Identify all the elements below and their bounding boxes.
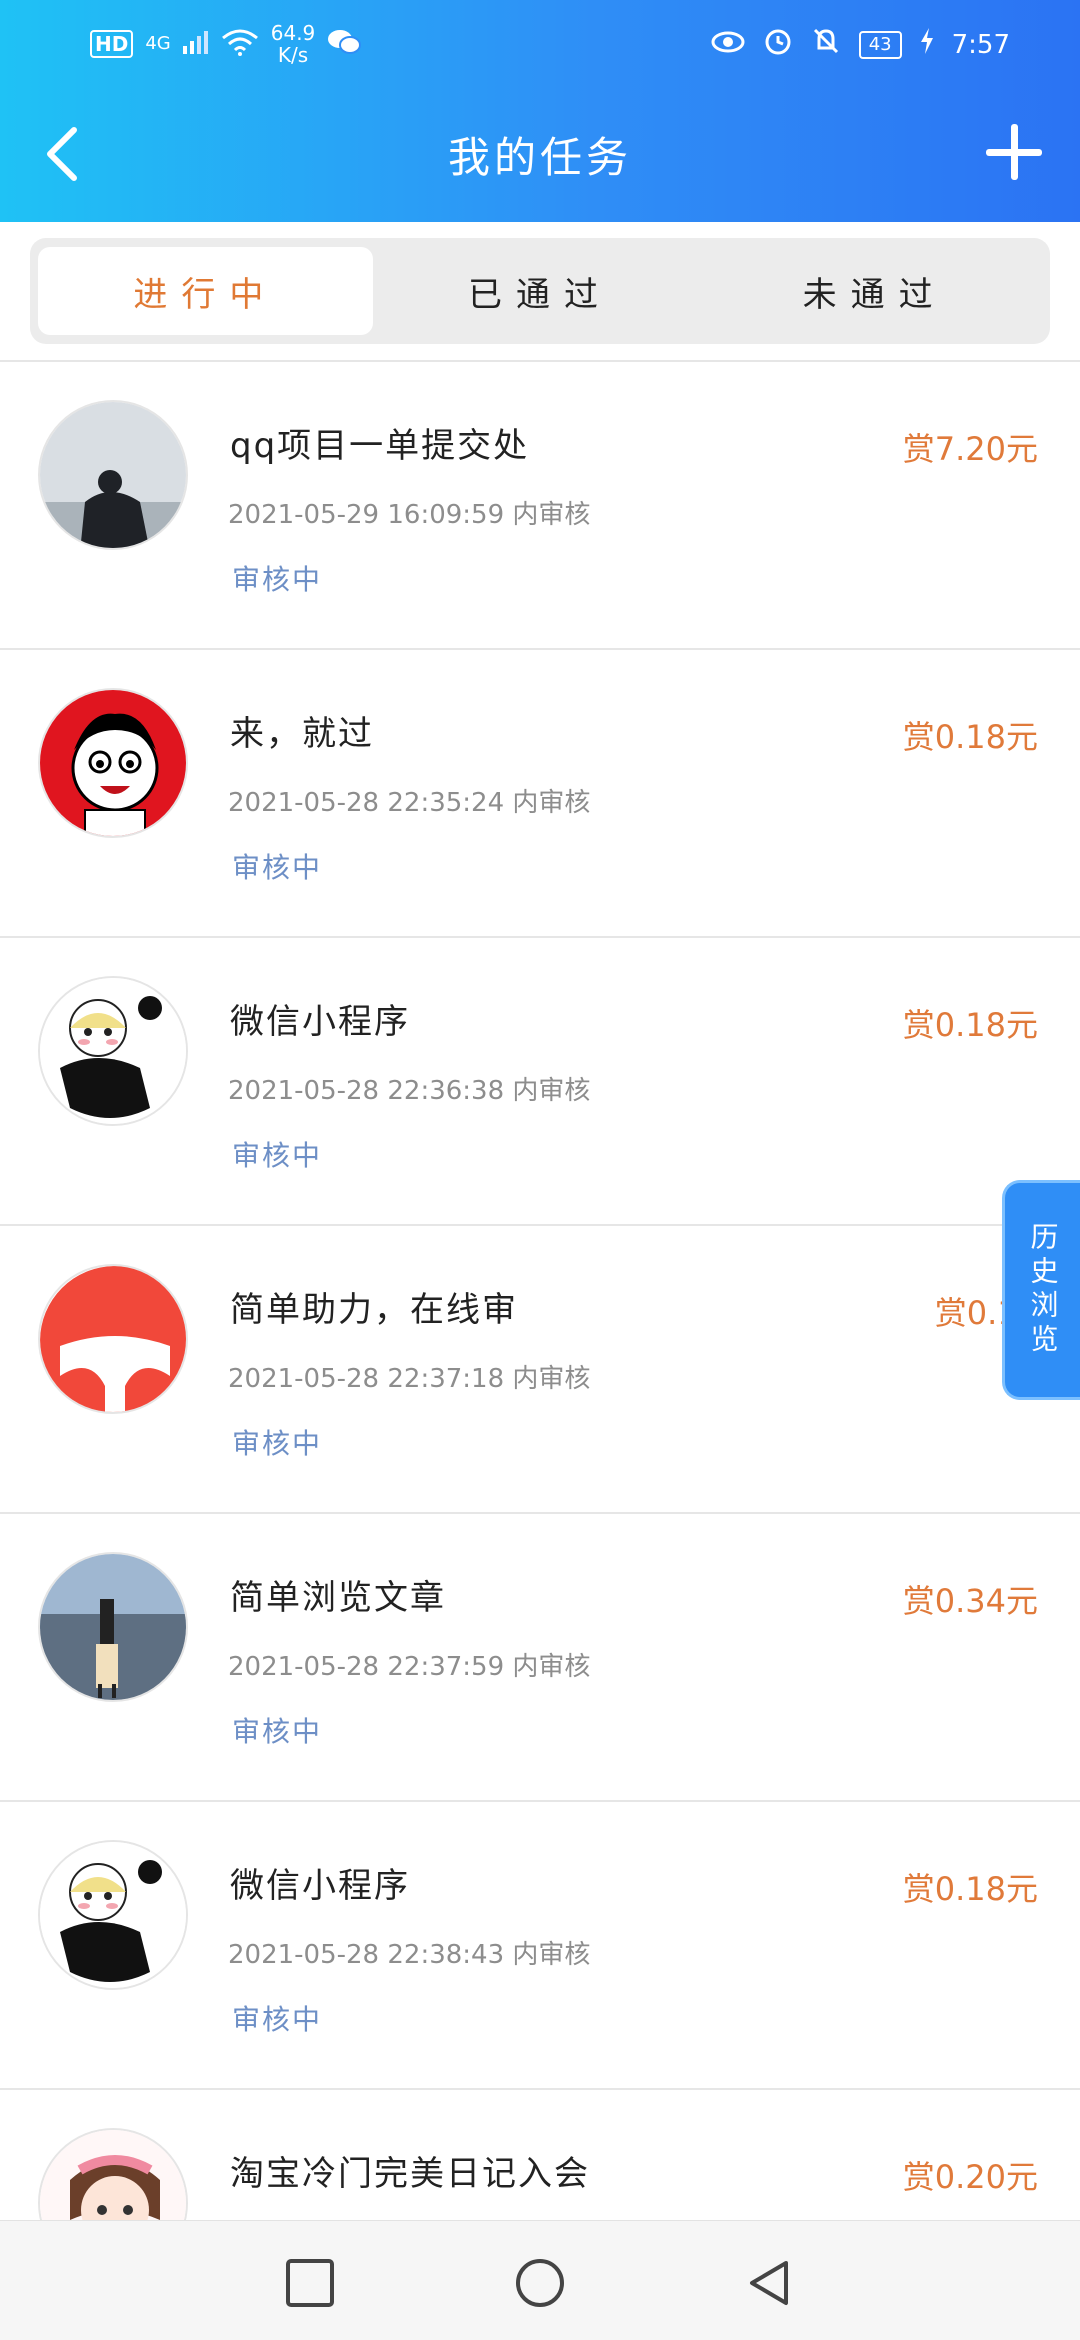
task-status: 审核中 [232,563,323,596]
task-status: 审核中 [232,851,323,884]
task-item[interactable]: 微信小程序 2021-05-28 22:38:43 内审核 审核中 赏0.18元 [0,1800,1080,2088]
task-reward: 赏7.20元 [902,430,1038,468]
page-title: 我的任务 [447,133,632,182]
tab-approved[interactable]: 已通过 [373,247,708,335]
task-title: 简单助力，在线审 [230,1290,518,1330]
status-right: 43 7:57 [711,26,1010,63]
task-reward: 赏0.18元 [902,1870,1038,1908]
task-title: 简单浏览文章 [230,1578,446,1618]
clock-time: 7:57 [951,29,1010,60]
avatar [38,1840,188,1990]
task-meta: 2021-05-28 22:37:59 内审核 [228,1652,591,1682]
hd-badge: HD [90,30,134,58]
task-reward: 赏0.34元 [902,1582,1038,1620]
task-item[interactable]: 简单助力，在线审 2021-05-28 22:37:18 内审核 审核中 赏0.… [0,1224,1080,1512]
task-item[interactable]: 微信小程序 2021-05-28 22:36:38 内审核 审核中 赏0.18元 [0,936,1080,1224]
task-meta: 2021-05-29 16:09:59 内审核 [228,500,591,530]
task-meta: 2021-05-28 22:38:43 内审核 [228,1940,591,1970]
history-browse-button[interactable]: 历史浏览 [1002,1180,1080,1400]
home-button[interactable] [512,2255,568,2311]
circle-icon [516,2259,564,2307]
task-title: 来，就过 [230,714,374,754]
task-status: 审核中 [232,1715,323,1748]
eye-icon [711,30,745,60]
tab-in-progress[interactable]: 进行中 [38,247,373,335]
back-nav-button[interactable] [742,2255,798,2311]
battery-level: 43 [858,30,902,59]
avatar [38,1552,188,1702]
speed-value: 64.9 [270,21,316,45]
avatar [38,400,188,550]
tab-rejected[interactable]: 未通过 [707,247,1042,335]
header: HD 4G 64.9 K/s 43 7:57 我的任务 [0,0,1080,222]
task-status: 审核中 [232,1427,323,1460]
task-tabs: 进行中 已通过 未通过 [30,238,1050,344]
task-title: 淘宝冷门完美日记入会 [230,2154,590,2194]
task-list: qq项目一单提交处 2021-05-29 16:09:59 内审核 审核中 赏7… [0,360,1080,2340]
task-meta: 2021-05-28 22:36:38 内审核 [228,1076,591,1106]
task-reward: 赏0.18元 [902,1006,1038,1044]
network-speed: 64.9 K/s [271,22,316,66]
task-item[interactable]: 简单浏览文章 2021-05-28 22:37:59 内审核 审核中 赏0.34… [0,1512,1080,1800]
network-type: 4G [145,33,171,54]
task-item[interactable]: qq项目一单提交处 2021-05-29 16:09:59 内审核 审核中 赏7… [0,360,1080,648]
task-meta: 2021-05-28 22:35:24 内审核 [228,788,591,818]
wifi-icon [221,28,259,60]
avatar [38,688,188,838]
recent-apps-button[interactable] [282,2255,338,2311]
status-bar: HD 4G 64.9 K/s 43 7:57 [0,0,1080,90]
add-button[interactable] [986,124,1042,180]
top-bar: 我的任务 [0,96,1080,216]
task-meta: 2021-05-28 22:37:18 内审核 [228,1364,591,1394]
alarm-icon [763,26,793,63]
history-label: 历史浏览 [1026,1222,1060,1358]
avatar [38,976,188,1126]
avatar [38,1264,188,1414]
system-nav-bar [0,2220,1080,2340]
status-left: HD 4G 64.9 K/s [90,22,362,66]
task-title: 微信小程序 [230,1002,410,1042]
square-icon [286,2259,334,2307]
task-reward: 赏0.20元 [902,2158,1038,2196]
task-status: 审核中 [232,1139,323,1172]
signal-icon [182,30,209,58]
wechat-icon [327,28,362,60]
triangle-back-icon [750,2261,788,2305]
charging-icon [920,28,934,61]
task-title: 微信小程序 [230,1866,410,1906]
speed-unit: K/s [277,43,309,67]
task-item[interactable]: 来，就过 2021-05-28 22:35:24 内审核 审核中 赏0.18元 [0,648,1080,936]
task-reward: 赏0.18元 [902,718,1038,756]
screen: HD 4G 64.9 K/s 43 7:57 我的任务 进行中 已通过 未通过 … [0,0,1080,2340]
bell-muted-icon [811,26,841,63]
task-title: qq项目一单提交处 [230,426,530,466]
task-status: 审核中 [232,2003,323,2036]
